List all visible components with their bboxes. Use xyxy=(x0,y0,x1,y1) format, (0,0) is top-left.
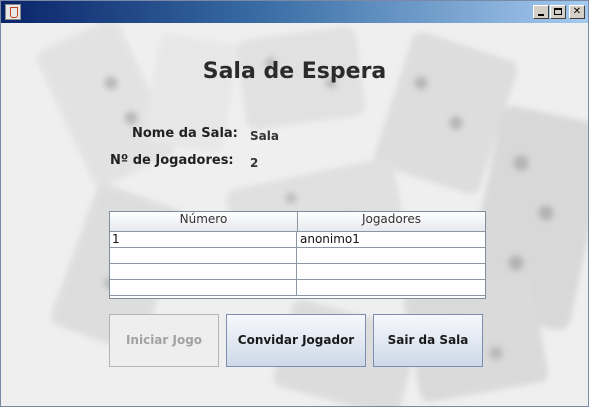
room-name-label: Nome da Sala: xyxy=(132,126,238,141)
table-row[interactable] xyxy=(110,280,485,296)
table-row[interactable]: 1 anonimo1 xyxy=(110,232,485,248)
column-header-players[interactable]: Jogadores xyxy=(298,212,485,231)
table-cell-player[interactable] xyxy=(298,248,485,263)
table-cell-player[interactable] xyxy=(298,264,485,279)
players-count-value: 2 xyxy=(250,156,259,170)
table-cell-player[interactable] xyxy=(298,280,485,295)
app-window: ✕ Sala de Espera Nome da Sala: Sala Nº d… xyxy=(0,0,589,407)
table-header: Número Jogadores xyxy=(110,212,485,232)
table-cell-player[interactable]: anonimo1 xyxy=(298,232,485,247)
page-title: Sala de Espera xyxy=(202,59,387,84)
column-header-number[interactable]: Número xyxy=(110,212,298,231)
table-row[interactable] xyxy=(110,264,485,280)
table-cell-number[interactable] xyxy=(110,248,297,263)
table-cell-number[interactable] xyxy=(110,280,297,295)
invite-player-button[interactable]: Convidar Jogador xyxy=(226,314,366,367)
table-cell-number[interactable] xyxy=(110,264,297,279)
leave-room-button[interactable]: Sair da Sala xyxy=(373,314,483,367)
waiting-room-panel: Sala de Espera Nome da Sala: Sala Nº de … xyxy=(1,23,588,406)
players-count-label: Nº de Jogadores: xyxy=(110,153,234,168)
title-bar[interactable]: ✕ xyxy=(1,1,588,23)
room-name-value: Sala xyxy=(250,129,279,143)
table-row[interactable] xyxy=(110,248,485,264)
table-cell-number[interactable]: 1 xyxy=(110,232,297,247)
close-button[interactable]: ✕ xyxy=(569,5,585,19)
maximize-button[interactable] xyxy=(550,5,566,19)
minimize-button[interactable] xyxy=(533,5,549,19)
java-app-icon[interactable] xyxy=(5,4,21,20)
players-table[interactable]: Número Jogadores 1 anonimo1 xyxy=(109,211,486,299)
start-game-button[interactable]: Iniciar Jogo xyxy=(109,314,219,367)
